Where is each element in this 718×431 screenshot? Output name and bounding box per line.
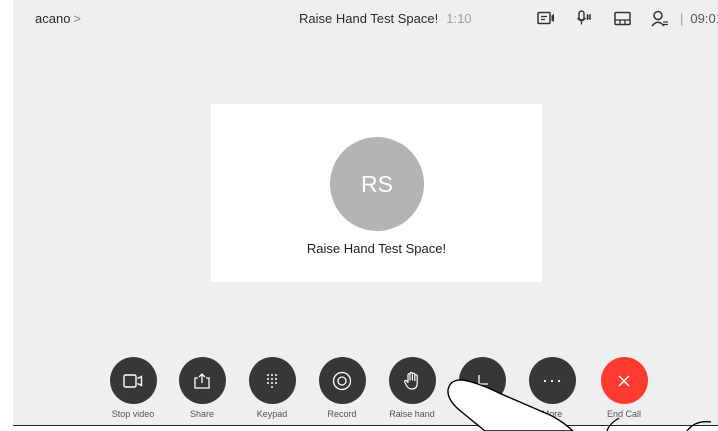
participant-name: Raise Hand Test Space! (306, 241, 447, 256)
participant-tile: RS Raise Hand Test Space! (211, 104, 542, 282)
share-icon (194, 372, 210, 389)
status-icons: | 09:01 (536, 8, 718, 28)
more-label: More (541, 409, 563, 419)
close-icon (618, 374, 630, 387)
microphone-icon[interactable] (574, 8, 594, 28)
stop-video-control: Stop video (98, 357, 168, 419)
raise-hand-control: Raise hand (377, 357, 447, 419)
share-label: Share (189, 409, 215, 419)
layout-corner-icon (478, 374, 488, 385)
record-control: Record (307, 357, 377, 419)
video-camera-icon (123, 373, 143, 388)
layout-icon[interactable] (612, 8, 632, 28)
more-control: More (517, 357, 587, 419)
more-icon (543, 379, 561, 382)
record-button[interactable] (318, 357, 366, 404)
record-icon (332, 371, 352, 390)
stop-video-label: Stop video (111, 409, 155, 419)
keypad-control: Keypad (237, 357, 307, 419)
keypad-label: Keypad (256, 409, 288, 419)
chevron-right-icon: > (73, 11, 82, 26)
record-label: Record (327, 409, 357, 419)
layout-button[interactable] (458, 357, 506, 404)
breadcrumb[interactable]: acano > (35, 11, 81, 26)
end-call-control: End Call (589, 357, 659, 419)
avatar: RS (330, 137, 424, 231)
device-frame-bottom (13, 425, 718, 426)
keypad-button[interactable] (248, 357, 296, 404)
share-control: Share (167, 357, 237, 419)
end-call-button[interactable] (600, 357, 648, 404)
share-button[interactable] (178, 357, 226, 404)
raise-hand-label: Raise hand (389, 409, 435, 419)
layout-control (447, 357, 517, 404)
end-call-label: End Call (606, 409, 642, 419)
top-bar: acano > Raise Hand Test Space! 1:10 | 09… (13, 0, 718, 38)
call-title-area: Raise Hand Test Space! 1:10 (299, 11, 472, 26)
screen-share-icon[interactable] (536, 8, 556, 28)
clock: 09:01 (690, 10, 718, 26)
topbar-separator: | (680, 10, 684, 26)
hand-icon (404, 371, 418, 390)
call-screen: acano > Raise Hand Test Space! 1:10 | 09… (13, 0, 718, 426)
more-button[interactable] (528, 357, 576, 404)
breadcrumb-label: acano (35, 11, 71, 26)
page-title: Raise Hand Test Space! (299, 11, 439, 26)
participants-icon[interactable] (650, 8, 670, 28)
raise-hand-button[interactable] (388, 357, 436, 404)
call-timer: 1:10 (446, 11, 472, 26)
keypad-icon (267, 373, 277, 388)
stop-video-button[interactable] (109, 357, 157, 404)
